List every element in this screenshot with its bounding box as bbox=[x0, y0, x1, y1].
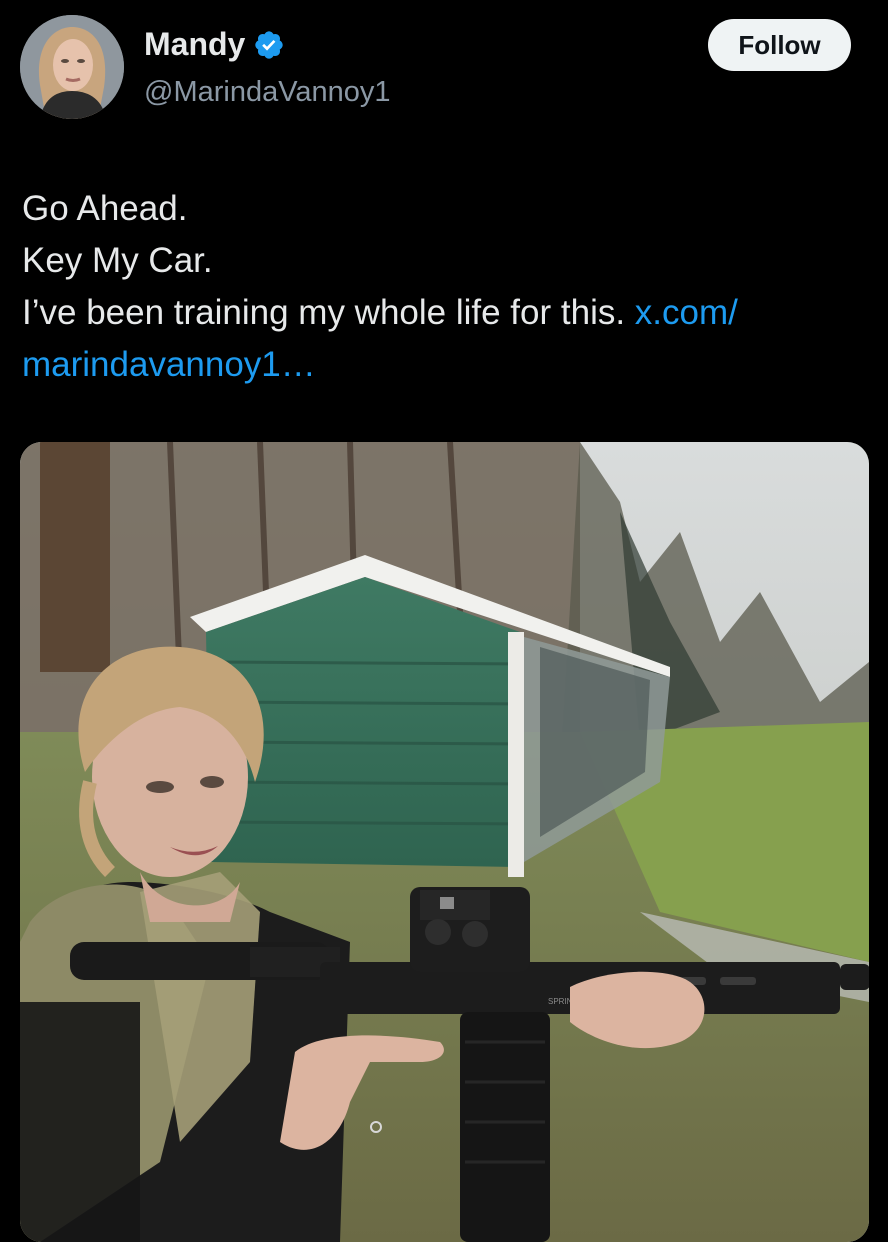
author-handle[interactable]: @MarindaVannoy1 bbox=[144, 76, 391, 109]
tweet-line-3-text: I’ve been training my whole life for thi… bbox=[22, 293, 635, 332]
tweet-line-1: Go Ahead. bbox=[22, 189, 188, 228]
tweet-line-2: Key My Car. bbox=[22, 241, 213, 280]
display-name-text[interactable]: Mandy bbox=[144, 26, 245, 63]
tweet-link-part-1[interactable]: x.com/ bbox=[635, 293, 738, 332]
follow-button[interactable]: Follow bbox=[708, 19, 851, 71]
author-name[interactable]: Mandy bbox=[144, 26, 285, 63]
tweet-media-photo[interactable]: SPRINGFIELD bbox=[20, 442, 869, 1242]
verified-badge-icon bbox=[253, 29, 285, 61]
tweet-line-3: I’ve been training my whole life for thi… bbox=[22, 287, 872, 339]
avatar[interactable] bbox=[20, 15, 124, 119]
tweet-link-part-2[interactable]: marindavannoy1… bbox=[22, 339, 872, 391]
tweet-text: Go Ahead. Key My Car. I’ve been training… bbox=[22, 183, 872, 391]
